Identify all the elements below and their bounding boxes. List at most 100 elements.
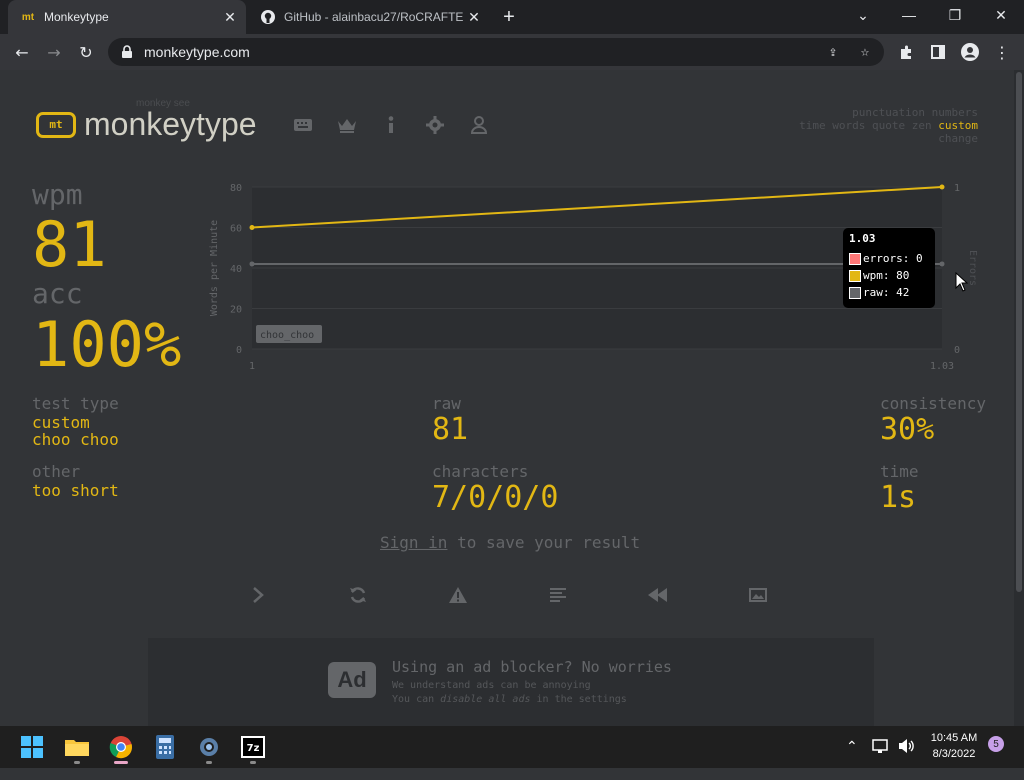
screenshot-image-icon[interactable] bbox=[745, 582, 771, 608]
settings-app-icon[interactable] bbox=[192, 730, 226, 764]
signin-prompt: Sign in to save your result bbox=[380, 533, 640, 552]
running-indicator bbox=[114, 761, 128, 764]
raw-value: 81 bbox=[432, 412, 469, 447]
volume-icon[interactable] bbox=[898, 738, 916, 780]
windows-taskbar: 7z ⌃ 10:45 AM 8/3/2022 5 bbox=[0, 726, 1024, 768]
x-tick-label: 1.03 bbox=[930, 361, 954, 372]
mouse-cursor-icon bbox=[955, 272, 969, 292]
wpm-label: wpm bbox=[32, 178, 83, 211]
network-icon[interactable] bbox=[872, 738, 890, 780]
extensions-icon[interactable] bbox=[894, 40, 918, 64]
config-line-1[interactable]: punctuation numbers bbox=[799, 106, 978, 119]
restore-button[interactable]: ❐ bbox=[932, 0, 978, 30]
tab-search-icon[interactable]: ⌄ bbox=[840, 0, 886, 30]
reload-icon[interactable]: ↻ bbox=[74, 40, 98, 64]
info-icon[interactable] bbox=[380, 114, 402, 136]
warning-icon[interactable] bbox=[445, 582, 471, 608]
logo[interactable]: mt monkey see monkeytype bbox=[36, 98, 257, 143]
start-windows-icon[interactable] bbox=[15, 730, 49, 764]
clock-time: 10:45 AM bbox=[930, 732, 978, 744]
7zip-icon[interactable]: 7z bbox=[236, 730, 270, 764]
file-explorer-icon[interactable] bbox=[60, 730, 94, 764]
browser-tab-strip: mt Monkeytype ✕ GitHub - alainbacu27/RoC… bbox=[0, 0, 1024, 34]
profile-icon[interactable] bbox=[958, 40, 982, 64]
raw-swatch-icon bbox=[849, 286, 861, 299]
ad-line-2-pre: You can bbox=[392, 694, 441, 705]
tooltip-row-errors: errors: 0 bbox=[849, 250, 929, 267]
side-panel-icon[interactable] bbox=[926, 40, 950, 64]
annotation-label: choo_choo bbox=[260, 330, 314, 341]
logo-subtitle: monkey see bbox=[136, 98, 190, 109]
browser-toolbar: ← → ↻ monkeytype.com ⇪ ☆ ⋮ bbox=[0, 34, 1024, 70]
forward-icon[interactable]: → bbox=[42, 40, 66, 64]
words-history-icon[interactable] bbox=[545, 582, 571, 608]
bookmark-star-icon[interactable]: ☆ bbox=[856, 43, 874, 61]
github-icon bbox=[260, 9, 276, 25]
y-tick-label: 20 bbox=[230, 305, 242, 316]
chrome-icon[interactable] bbox=[104, 730, 138, 764]
new-tab-button[interactable]: + bbox=[498, 6, 520, 28]
menu-kebab-icon[interactable]: ⋮ bbox=[990, 40, 1014, 64]
tooltip-row-wpm: wpm: 80 bbox=[849, 267, 929, 284]
time-value: 1s bbox=[880, 480, 917, 515]
address-bar[interactable]: monkeytype.com ⇪ ☆ bbox=[108, 38, 884, 66]
logo-name: monkeytype bbox=[84, 106, 257, 142]
y-tick-label: 40 bbox=[230, 264, 242, 275]
tab-title: GitHub - alainbacu27/RoCRAFTER bbox=[284, 10, 464, 24]
close-tab-icon[interactable]: ✕ bbox=[220, 7, 240, 27]
svg-text:7z: 7z bbox=[247, 743, 260, 754]
tooltip-title: 1.03 bbox=[849, 232, 876, 245]
test-type-label: test type bbox=[32, 394, 119, 413]
back-icon[interactable]: ← bbox=[10, 40, 34, 64]
other-value: too short bbox=[32, 481, 119, 500]
page-scrollbar[interactable] bbox=[1014, 70, 1024, 726]
config-mode-custom[interactable]: custom bbox=[938, 119, 978, 132]
chart-tooltip: 1.03 errors: 0 wpm: 80 raw: 42 bbox=[843, 228, 935, 308]
lock-icon bbox=[122, 45, 132, 58]
signin-link[interactable]: Sign in bbox=[380, 533, 447, 552]
config-line-2[interactable]: time words quote zen bbox=[799, 119, 931, 132]
monkeytype-page: mt monkey see monkeytype punctuation num… bbox=[0, 70, 1014, 726]
close-window-button[interactable]: ✕ bbox=[978, 0, 1024, 30]
x-tick-label: 1 bbox=[249, 361, 255, 372]
share-icon[interactable]: ⇪ bbox=[824, 43, 842, 61]
close-tab-icon[interactable]: ✕ bbox=[464, 7, 484, 27]
replay-rewind-icon[interactable] bbox=[645, 582, 671, 608]
restart-test-icon[interactable] bbox=[345, 582, 371, 608]
point-raw bbox=[249, 261, 255, 267]
account-user-icon[interactable] bbox=[468, 114, 490, 136]
url-text: monkeytype.com bbox=[144, 44, 250, 60]
minimize-button[interactable]: — bbox=[886, 0, 932, 30]
y-tick-label: 80 bbox=[230, 183, 242, 194]
characters-label: characters bbox=[432, 462, 529, 481]
consistency-label: consistency bbox=[880, 394, 986, 413]
consistency-value: 30% bbox=[880, 412, 935, 447]
wpm-swatch-icon bbox=[849, 269, 861, 282]
calculator-icon[interactable] bbox=[148, 730, 182, 764]
test-config: punctuation numbers time words quote zen… bbox=[799, 106, 978, 145]
ad-title: Using an ad blocker? No worries bbox=[392, 658, 672, 676]
ad-line-2: You can disable all ads in the settings bbox=[392, 694, 627, 705]
next-test-icon[interactable] bbox=[245, 582, 271, 608]
tooltip-errors: errors: 0 bbox=[863, 252, 923, 265]
y2-tick-label: 0 bbox=[954, 345, 960, 356]
logo-mark-icon: mt bbox=[36, 111, 76, 138]
crown-icon[interactable] bbox=[336, 114, 358, 136]
monkeytype-favicon-icon: mt bbox=[21, 11, 35, 23]
config-change-link[interactable]: change bbox=[799, 132, 978, 145]
keyboard-icon[interactable] bbox=[292, 114, 314, 136]
running-indicator bbox=[74, 761, 80, 764]
point-wpm bbox=[249, 225, 255, 230]
settings-gear-icon[interactable] bbox=[424, 114, 446, 136]
show-hidden-icons-icon[interactable]: ⌃ bbox=[846, 738, 858, 780]
ad-disable-link[interactable]: disable all ads bbox=[440, 694, 530, 705]
scrollbar-thumb[interactable] bbox=[1016, 72, 1022, 592]
tooltip-row-raw: raw: 42 bbox=[849, 284, 929, 301]
tab-github[interactable]: GitHub - alainbacu27/RoCRAFTER ✕ bbox=[248, 0, 490, 34]
notification-badge[interactable]: 5 bbox=[988, 736, 1004, 752]
ad-notice: Ad Using an ad blocker? No worries We un… bbox=[148, 638, 874, 726]
taskbar-clock[interactable]: 10:45 AM 8/3/2022 bbox=[922, 730, 986, 762]
tab-title: Monkeytype bbox=[44, 10, 109, 24]
point-wpm bbox=[939, 184, 945, 190]
tab-monkeytype[interactable]: mt Monkeytype ✕ bbox=[8, 0, 246, 34]
